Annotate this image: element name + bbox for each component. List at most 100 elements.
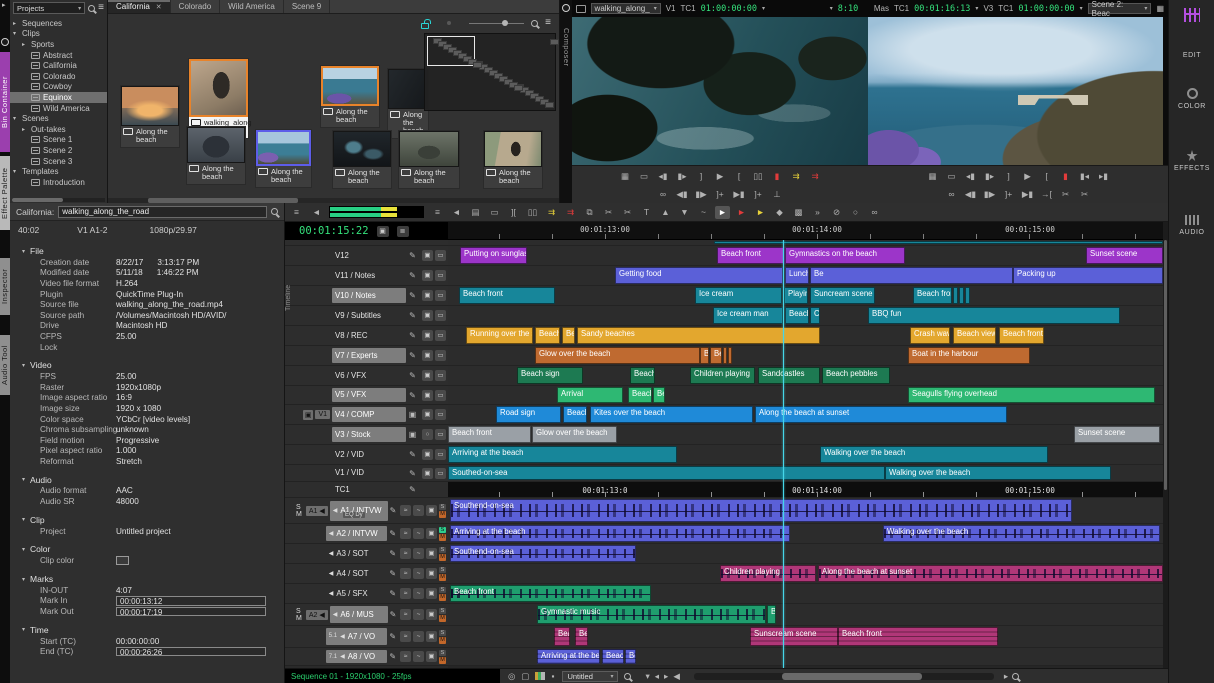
track-name-v3[interactable]: V3 / Stock [332,427,406,442]
disclosure-icon[interactable]: ▾ [22,476,25,483]
pencil-icon[interactable]: ✎ [406,469,419,478]
step-back-icon[interactable]: ◀▮ [675,188,690,201]
track-name-v6[interactable]: V6 / VFX [332,368,406,383]
timeline-clip[interactable]: Arriving at the be [537,649,600,664]
timeline-clip[interactable]: Road sign [496,406,561,423]
disclosure-icon[interactable]: ▸ [22,41,28,48]
track-header-v2[interactable]: V2 / VID✎▣▭ [285,445,448,465]
pencil-icon[interactable]: ✎ [387,569,398,578]
section-header[interactable]: ▾Audio [10,474,284,486]
pencil-icon[interactable]: ✎ [406,271,419,280]
play-to-out-icon[interactable]: ]+ [751,188,766,201]
track-header-a4[interactable]: ◀A4 / SOT✎≈~▣SM [285,564,448,584]
timeline-clip[interactable]: B [767,605,776,624]
track-header-v11[interactable]: V11 / Notes✎▣▭ [285,266,448,286]
source-track-button[interactable]: A1 ◀ [306,506,328,516]
monitor-button[interactable]: ▣ [422,270,433,281]
timeline-clip[interactable]: Be [625,649,636,664]
solo-button[interactable]: S [439,547,446,554]
text-tool-icon[interactable]: T [639,206,654,219]
timeline-clip[interactable]: Be [575,627,588,646]
timeline-clip[interactable]: Beach [563,406,587,423]
monitor-button[interactable]: ▣ [422,250,433,261]
timeline-clip[interactable]: Children playing [690,367,755,384]
scene-menu[interactable]: Scene 2: Beac▾ [1088,3,1152,14]
script-view-button[interactable] [458,21,462,25]
monitor-button[interactable]: ▣ [422,390,433,401]
list-view-button[interactable] [436,21,440,25]
step-back-icon[interactable]: ◀▮ [963,188,978,201]
play-icon[interactable]: ▶ [1020,170,1035,183]
timeline-clip[interactable]: Arriving at the beach [450,525,790,542]
lock-icon[interactable]: ▣ [406,410,419,419]
timeline-clip[interactable]: Beach front [717,247,785,264]
circle-tool-icon[interactable]: ○ [848,206,863,219]
monitor-button[interactable]: ▣ [422,370,433,381]
waveform-button[interactable]: ≈ [400,609,411,620]
mute-button[interactable]: M [439,534,446,541]
tree-item-templates[interactable]: ▾Templates [10,166,107,177]
unlock-icon[interactable] [421,23,429,29]
scroll-right-icon[interactable]: ▸ [1004,671,1008,682]
tree-item-sequences[interactable]: ▸Sequences [10,18,107,29]
track-name-a2[interactable]: ◀A2 / INTVW [326,526,388,541]
tree-scrollbar[interactable] [12,198,105,202]
timeline-clip[interactable]: Beach front [913,287,952,304]
section-header[interactable]: ▾Time [10,624,284,636]
search-icon[interactable] [624,673,631,680]
projects-selector[interactable]: Projects ▾ [13,2,85,14]
panel-tab-inspector[interactable]: Inspector [0,258,10,315]
timeline-clip[interactable]: Beach front [459,287,555,304]
timeline-clip[interactable]: Beach front [838,627,998,646]
track-header-v12[interactable]: V12✎▣▭ [285,246,448,266]
timeline-clip[interactable]: Beach front [999,327,1044,344]
track-name-tc1[interactable]: TC1 [332,484,406,496]
monitor-button[interactable]: ▣ [422,350,433,361]
bin-clip-card[interactable]: Along the beach [320,65,380,128]
timeline-clip[interactable]: Gymnastics on the beach [785,247,905,264]
step-fwd-icon[interactable]: ▮▶ [982,188,997,201]
timeline-clip[interactable]: Arriving at the beach [448,446,677,463]
timeline-clip[interactable]: C [810,307,820,324]
mute-button[interactable]: M [439,594,446,601]
timeline-clip[interactable]: Kites over the beach [590,406,753,423]
track-name-a8[interactable]: 7.1◀A8 / VO [326,650,388,664]
timeline-clip[interactable]: Beach [785,307,809,324]
track-name-a3[interactable]: ◀A3 / SOT [326,546,388,561]
solo-button[interactable]: S [439,504,446,511]
automation-button[interactable]: ~ [413,568,424,579]
field-value-input[interactable]: 00:00:26:26 [116,647,266,657]
add-marker-icon[interactable]: ▮ [1058,170,1073,183]
track-header-v5[interactable]: V5 / VFX✎▣▭ [285,386,448,405]
track-header-a8[interactable]: 7.1◀A8 / VO✎≈~▣SM [285,648,448,666]
bin-clip-card[interactable]: Along the beach [332,130,392,189]
track-header-a2[interactable]: ◀A2 / INTVW✎≈~▣SM [285,524,448,544]
track-name-v9[interactable]: V9 / Subtitles [332,308,406,323]
bin-clip-card[interactable]: Along the beach [186,126,246,185]
timeline-clip[interactable]: Beach view [953,327,996,344]
monitor-icon[interactable]: ▣ [303,410,314,420]
timeline-menu-icon[interactable]: ≡ [289,206,304,219]
prev-event-icon[interactable]: ◂▮ [656,170,671,183]
preset-menu[interactable]: Untitled▾ [562,671,618,682]
bin-tab-colorado[interactable]: Colorado [171,0,220,13]
mute-button[interactable]: M [439,511,446,518]
track-name-v12[interactable]: V12 [332,248,406,263]
chevron-down-icon[interactable]: ▾ [975,5,978,12]
curve-icon[interactable]: ~ [696,206,711,219]
edit-point-icon[interactable]: ][ [506,206,521,219]
page-fwd-icon[interactable]: ▸ [664,671,668,682]
timeline-ruler[interactable]: 00:01:13:0000:01:14:0000:01:15:00 [448,222,1163,240]
solo-button[interactable]: S [439,527,446,534]
track-name-v1[interactable]: V1 / VID [332,467,406,480]
align-bottom-icon[interactable]: ▼ [677,206,692,219]
razor-icon[interactable]: ✂ [1077,188,1092,201]
master-timecode[interactable]: 00:01:16:13 [914,4,970,14]
monitor-button[interactable]: ▣ [422,468,433,479]
bin-tab-wild-america[interactable]: Wild America [220,0,284,13]
chevron-down-icon[interactable]: ▾ [1080,5,1083,12]
timeline-clip[interactable]: Beac [602,649,624,664]
razor-icon[interactable]: ✂ [620,206,635,219]
disclosure-icon[interactable]: ▾ [13,168,19,175]
pencil-icon[interactable]: ✎ [406,371,419,380]
